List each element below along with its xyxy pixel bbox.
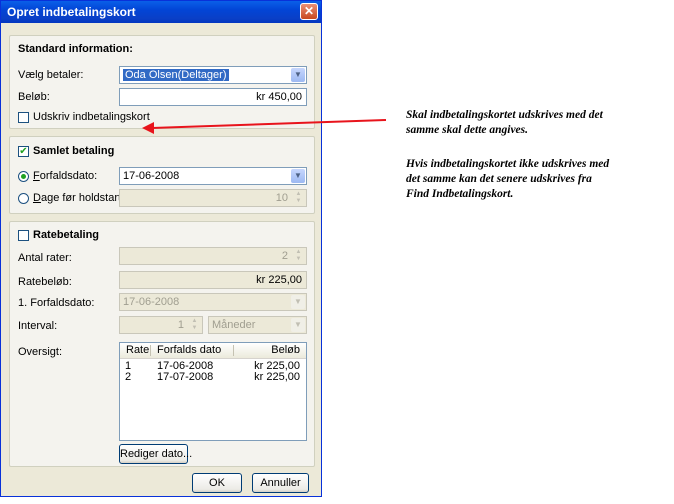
annotation-arrow [142,119,387,134]
annotation-print-note: Skal indbetalingskortet udskrives med de… [406,109,603,136]
annotation-later-note: Hvis indbetalingskortet ikke udskrives m… [406,158,610,200]
